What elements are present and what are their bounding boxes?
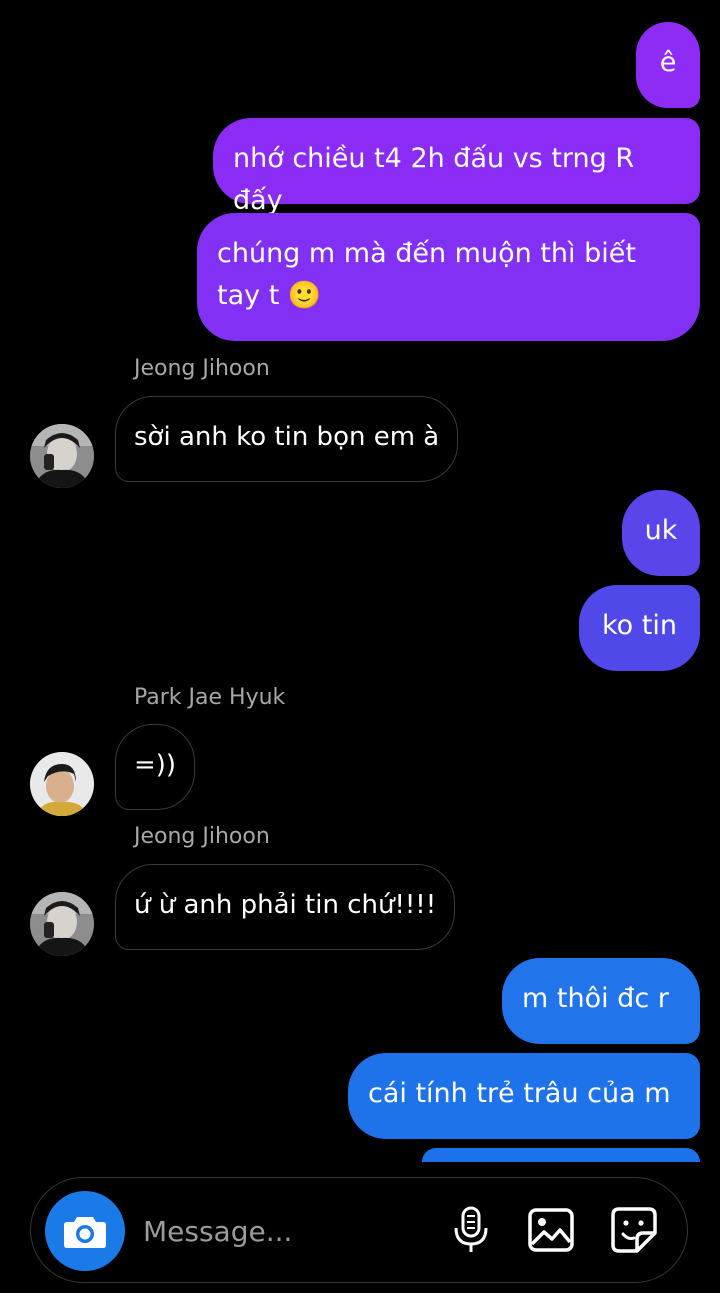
message-text: ứ ừ anh phải tin chứ!!!! <box>134 890 437 920</box>
message-text: ko tin <box>602 610 677 641</box>
microphone-button[interactable] <box>448 1206 494 1254</box>
image-icon <box>528 1208 574 1252</box>
message-bubble-incoming[interactable]: sời anh ko tin bọn em à <box>115 396 459 482</box>
message-bubble-outgoing-partial[interactable] <box>422 1148 700 1162</box>
camera-icon <box>64 1217 106 1248</box>
message-text: cái tính trẻ trâu của m <box>368 1078 671 1109</box>
message-text: chúng m mà đến muộn thì biết tay t 🙂 <box>217 238 636 311</box>
message-text: ê <box>659 47 677 78</box>
message-bubble-outgoing[interactable]: cái tính trẻ trâu của m <box>348 1053 700 1139</box>
message-bubble-outgoing[interactable]: uk <box>622 490 700 576</box>
avatar-jeong-jihoon[interactable] <box>30 424 94 488</box>
sender-name: Park Jae Hyuk <box>134 685 286 710</box>
message-text: nhớ chiều t4 2h đấu vs trng R đấy <box>233 143 635 216</box>
message-text: m thôi đc r <box>522 983 669 1014</box>
camera-button[interactable] <box>45 1191 125 1271</box>
message-composer <box>30 1177 688 1283</box>
sender-name: Jeong Jihoon <box>134 824 270 849</box>
avatar-jeong-jihoon[interactable] <box>30 892 94 956</box>
message-bubble-outgoing[interactable]: m thôi đc r <box>502 958 700 1044</box>
message-bubble-outgoing[interactable]: ê <box>636 22 700 108</box>
gallery-button[interactable] <box>528 1206 574 1254</box>
message-bubble-outgoing[interactable]: chúng m mà đến muộn thì biết tay t 🙂 <box>197 213 700 341</box>
message-input[interactable] <box>141 1208 435 1254</box>
sender-name: Jeong Jihoon <box>134 356 270 381</box>
sticker-icon <box>611 1207 657 1253</box>
avatar-photo <box>30 424 94 488</box>
message-bubble-incoming[interactable]: ứ ừ anh phải tin chứ!!!! <box>115 864 456 950</box>
avatar-photo <box>30 892 94 956</box>
message-bubble-incoming[interactable]: =)) <box>115 724 196 810</box>
sticker-button[interactable] <box>611 1206 657 1254</box>
message-text: uk <box>644 515 678 546</box>
message-text: =)) <box>134 750 177 780</box>
message-bubble-outgoing[interactable]: ko tin <box>579 585 700 671</box>
microphone-icon <box>454 1206 488 1252</box>
message-bubble-outgoing[interactable]: nhớ chiều t4 2h đấu vs trng R đấy <box>213 118 700 216</box>
avatar-park-jae-hyuk[interactable] <box>30 752 94 816</box>
avatar-photo <box>30 752 94 816</box>
message-text: sời anh ko tin bọn em à <box>134 422 440 452</box>
